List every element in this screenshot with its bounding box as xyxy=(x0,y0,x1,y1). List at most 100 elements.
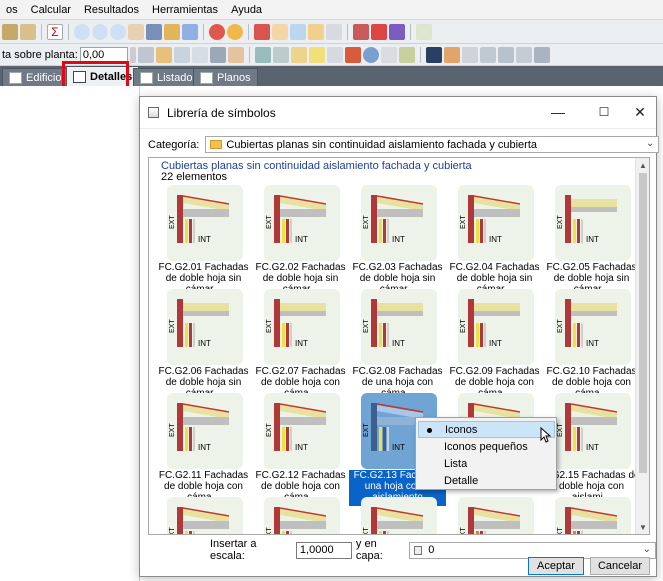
fit-icon[interactable] xyxy=(146,23,162,40)
symbol-item[interactable]: EXTINT xyxy=(446,497,543,534)
menu-calcular[interactable]: Calcular xyxy=(25,4,78,16)
tab-planos[interactable]: Planos xyxy=(193,68,258,86)
symbol-item[interactable]: EXTINT xyxy=(543,497,640,534)
undo-icon[interactable] xyxy=(164,23,180,40)
print-icon[interactable] xyxy=(137,46,154,63)
zoom-out-icon[interactable] xyxy=(110,23,126,40)
paste-icon[interactable] xyxy=(191,46,208,63)
comment-icon[interactable] xyxy=(416,23,432,40)
menu-item-detalle[interactable]: Detalle xyxy=(418,472,555,489)
target-icon[interactable] xyxy=(362,46,379,63)
symbol-item[interactable]: EXTINT xyxy=(349,497,446,535)
barcode-icon[interactable] xyxy=(254,46,271,63)
int-label: INT xyxy=(198,235,211,244)
symbol-thumbnail: EXT INT xyxy=(167,185,243,261)
separator xyxy=(41,23,42,40)
symbol-item[interactable]: EXT INT FC.G2.01 Fachadas de doble hoja si… xyxy=(155,185,252,295)
symbol-item[interactable]: EXTINT...G2.15 Fachadas de doble hoja co… xyxy=(543,393,640,503)
warning-icon[interactable] xyxy=(227,23,243,40)
maximize-icon[interactable]: ☐ xyxy=(596,104,612,120)
star-icon[interactable] xyxy=(308,46,325,63)
symbol-item[interactable]: EXTINT xyxy=(252,497,349,534)
redo-icon[interactable] xyxy=(182,23,198,40)
tile-icon[interactable] xyxy=(533,46,550,63)
mouse-cursor-icon xyxy=(540,427,552,443)
symbol-item[interactable]: EXT INT FC.G2.05 Fachadas de doble hoja si… xyxy=(543,185,640,295)
menu-item-iconos-pequenos[interactable]: Iconos pequeños xyxy=(418,438,555,455)
tab-label: Edificio xyxy=(26,71,62,84)
list-count: 22 elementos xyxy=(161,171,228,183)
menu-resultados[interactable]: Resultados xyxy=(78,4,146,16)
symbol-item[interactable]: EXT INT FC.G2.06 Fachadas de doble hoja si… xyxy=(155,289,252,399)
table-icon[interactable] xyxy=(209,46,226,63)
symbol-list[interactable]: Cubiertas planas sin continuidad aislami… xyxy=(148,157,650,535)
scroll-up-icon[interactable]: ▲ xyxy=(636,158,649,172)
copy-icon[interactable] xyxy=(173,46,190,63)
sum-icon[interactable]: Σ xyxy=(47,23,63,40)
edit-icon[interactable] xyxy=(2,23,18,40)
layer-select[interactable]: 0 ⌄ xyxy=(409,541,656,559)
stop-icon[interactable] xyxy=(209,23,225,40)
lock-icon[interactable] xyxy=(155,46,172,63)
int-label: INT xyxy=(489,339,502,348)
symbol-item[interactable]: EXT INT FC.G2.03 Fachadas de doble hoja si… xyxy=(349,185,446,295)
symbol-item[interactable]: EXT INT FC.G2.11 Fachadas de doble hoja co… xyxy=(155,393,252,503)
grid-icon[interactable] xyxy=(326,23,342,40)
monitor-icon[interactable] xyxy=(425,46,442,63)
menu-item-lista[interactable]: Lista xyxy=(418,455,555,472)
layer-icon[interactable] xyxy=(254,23,270,40)
book-icon[interactable] xyxy=(389,23,405,40)
cube-icon[interactable] xyxy=(461,46,478,63)
symbol-item[interactable]: EXTINT xyxy=(155,497,252,534)
view-context-menu: Iconos Iconos pequeños Lista Detalle xyxy=(415,417,557,490)
settings-icon[interactable] xyxy=(344,46,361,63)
compass-icon[interactable] xyxy=(371,23,387,40)
tee-icon[interactable] xyxy=(497,46,514,63)
zoom-in-icon[interactable] xyxy=(92,23,108,40)
menu-file[interactable]: os xyxy=(0,4,25,16)
window-icon[interactable] xyxy=(515,46,532,63)
ruler-icon[interactable] xyxy=(398,46,415,63)
arrow-icon[interactable] xyxy=(326,46,343,63)
detail-icon[interactable] xyxy=(308,23,324,40)
ext-label: EXT xyxy=(363,527,370,535)
close-icon[interactable]: ✕ xyxy=(632,104,648,120)
symbol-item[interactable]: EXT INT FC.G2.09 Fachadas de doble hoja co… xyxy=(446,289,543,399)
pan-icon[interactable] xyxy=(128,23,144,40)
draw-icon[interactable] xyxy=(353,23,369,40)
chart-icon[interactable] xyxy=(227,46,244,63)
symbol-thumbnail: EXT INT xyxy=(458,185,534,261)
ext-label: EXT xyxy=(169,215,176,229)
minimize-icon[interactable]: — xyxy=(550,104,566,120)
vertical-scrollbar[interactable]: ▲ ▼ xyxy=(635,158,649,534)
menu-ayuda[interactable]: Ayuda xyxy=(225,4,269,16)
scroll-thumb[interactable] xyxy=(639,173,647,473)
zoom-icon[interactable] xyxy=(74,23,90,40)
plan-icon xyxy=(200,71,213,84)
pencil-icon[interactable] xyxy=(20,23,36,40)
scroll-down-icon[interactable]: ▼ xyxy=(636,520,649,534)
symbol-item[interactable]: EXT INT FC.G2.07 Fachadas de doble hoja co… xyxy=(252,289,349,399)
block-icon[interactable] xyxy=(272,23,288,40)
house-icon[interactable] xyxy=(443,46,460,63)
symbol-item[interactable]: EXT INT FC.G2.10 Fachadas de doble hoja co… xyxy=(543,289,640,399)
notes-icon[interactable] xyxy=(290,46,307,63)
align-icon[interactable] xyxy=(479,46,496,63)
tab-edificio[interactable]: Edificio xyxy=(2,68,69,86)
symbol-item[interactable]: EXT INT FC.G2.08 Fachadas de una hoja con … xyxy=(349,289,446,399)
measure-icon[interactable] xyxy=(380,46,397,63)
scale-input[interactable] xyxy=(295,541,352,559)
spinner-icon[interactable] xyxy=(129,46,136,63)
accept-button[interactable]: Aceptar xyxy=(528,557,584,575)
menu-herramientas[interactable]: Herramientas xyxy=(146,4,225,16)
menu-item-iconos[interactable]: Iconos xyxy=(418,421,555,438)
category-select[interactable]: Cubiertas planas sin continuidad aislami… xyxy=(205,136,660,153)
cancel-button[interactable]: Cancelar xyxy=(590,557,650,575)
symbol-item[interactable]: EXT INT FC.G2.04 Fachadas de doble hoja si… xyxy=(446,185,543,295)
symbol-item[interactable]: EXT INT FC.G2.12 Fachadas de doble hoja co… xyxy=(252,393,349,503)
screen-icon[interactable] xyxy=(272,46,289,63)
menu-item-label: Detalle xyxy=(444,474,479,487)
int-label: INT xyxy=(586,235,599,244)
view-icon[interactable] xyxy=(290,23,306,40)
symbol-item[interactable]: EXT INT FC.G2.02 Fachadas de doble hoja si… xyxy=(252,185,349,295)
